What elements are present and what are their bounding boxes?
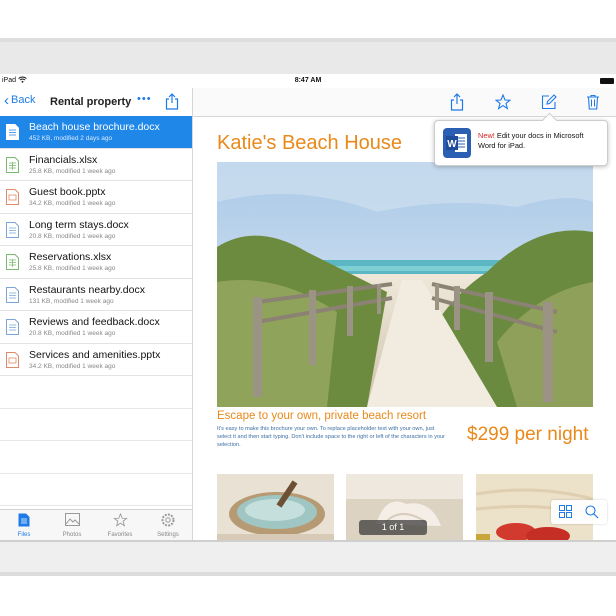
file-name: Reservations.xlsx: [29, 251, 112, 263]
file-row[interactable]: Guest book.pptx 34.2 KB, modified 1 week …: [0, 181, 192, 214]
search-icon[interactable]: [585, 505, 599, 524]
ipad-device: iPad 8:47 AM ‹ Back Rental property ••• …: [0, 0, 616, 616]
device-bezel-bottom: [0, 540, 616, 576]
file-name: Restaurants nearby.docx: [29, 283, 145, 296]
grid-icon[interactable]: [559, 505, 572, 523]
word-promo-popover[interactable]: W New! Edit your docs in Microsoft Word …: [434, 120, 608, 166]
file-row[interactable]: Reviews and feedback.docx 20.8 KB, modifi…: [0, 311, 192, 344]
tab-files[interactable]: Files: [0, 510, 48, 540]
share-icon[interactable]: [450, 93, 464, 116]
file-row[interactable]: Beach house brochure.docx 452 KB, modifie…: [0, 116, 192, 149]
document-toolbar: [193, 88, 616, 117]
star-icon: [96, 513, 144, 527]
file-meta: 25.8 KB, modified 1 week ago: [29, 265, 116, 272]
status-bar: iPad 8:47 AM: [0, 74, 616, 88]
tab-label: Photos: [62, 532, 82, 538]
file-list: Beach house brochure.docx 452 KB, modifie…: [0, 116, 192, 506]
file-name: Long term stays.docx: [29, 218, 129, 231]
word-app-icon: W: [443, 128, 471, 158]
trash-icon[interactable]: [586, 94, 600, 115]
svg-text:W: W: [447, 139, 457, 150]
file-name: Guest book.pptx: [29, 186, 106, 198]
star-icon[interactable]: [494, 93, 512, 115]
file-row[interactable]: Restaurants nearby.docx 131 KB, modified …: [0, 279, 192, 311]
file-row[interactable]: Long term stays.docx 20.8 KB, modified 1 …: [0, 214, 192, 246]
battery-icon: [600, 78, 614, 84]
file-sidebar: ‹ Back Rental property ••• Beach house b…: [0, 88, 193, 540]
new-badge: New!: [478, 131, 495, 140]
file-meta: 20.8 KB, modified 1 week ago: [29, 232, 116, 240]
tab-label: Files: [17, 532, 31, 538]
sidebar-header: ‹ Back Rental property •••: [0, 88, 192, 117]
share-icon[interactable]: [165, 93, 179, 115]
photos-icon: [48, 513, 96, 527]
file-meta: 34.2 KB, modified 1 week ago: [29, 362, 116, 370]
tab-settings[interactable]: Settings: [144, 510, 192, 540]
file-meta: 20.8 KB, modified 1 week ago: [29, 330, 116, 337]
popover-message: New! Edit your docs in Microsoft Word fo…: [478, 131, 602, 150]
file-meta: 34.2 KB, modified 1 week ago: [29, 200, 116, 207]
tab-label: Favorites: [107, 532, 133, 538]
empty-row: [0, 441, 192, 474]
empty-row: [0, 474, 192, 506]
empty-row: [0, 409, 192, 441]
more-options-button[interactable]: •••: [137, 93, 152, 105]
tab-favorites[interactable]: Favorites: [96, 510, 144, 540]
document-subheading: Escape to your own, private beach resort: [217, 410, 427, 422]
file-name: Services and amenities.pptx: [29, 348, 161, 361]
file-name: Beach house brochure.docx: [29, 121, 160, 133]
back-label: Back: [11, 94, 36, 106]
file-row[interactable]: Financials.xlsx 25.8 KB, modified 1 week …: [0, 149, 192, 181]
file-row[interactable]: Reservations.xlsx 25.8 KB, modified 1 wee…: [0, 246, 192, 279]
gear-icon: [144, 513, 192, 527]
files-icon: [0, 513, 48, 527]
file-row[interactable]: Services and amenities.pptx 34.2 KB, modi…: [0, 344, 192, 376]
folder-title: Rental property: [50, 96, 132, 108]
tab-photos[interactable]: Photos: [48, 510, 96, 540]
page-indicator: 1 of 1: [359, 520, 427, 535]
file-name: Financials.xlsx: [29, 153, 98, 166]
bath-salt-photo: [217, 474, 334, 540]
document-body-text: It's easy to make this brochure your own…: [217, 426, 446, 448]
file-name: Reviews and feedback.docx: [29, 316, 160, 328]
view-controls: [551, 500, 607, 524]
tab-label: Settings: [157, 532, 179, 538]
document-title: Katie's Beach House: [217, 132, 403, 154]
beach-path-photo: [217, 162, 593, 407]
chevron-left-icon: ‹: [4, 91, 9, 109]
status-time: 8:47 AM: [294, 77, 322, 84]
file-meta: 131 KB, modified 1 week ago: [29, 297, 114, 305]
empty-row: [0, 376, 192, 409]
device-bezel-top: [0, 38, 616, 76]
price-label: $299 per night: [467, 424, 589, 445]
document-page[interactable]: Katie's Beach House Escape to your own, …: [193, 116, 616, 540]
file-meta: 25.8 KB, modified 1 week ago: [29, 167, 116, 175]
back-button[interactable]: ‹ Back: [4, 91, 36, 109]
file-meta: 452 KB, modified 2 days ago: [29, 135, 113, 142]
tab-bar: Files Photos Favorites Settings: [0, 509, 192, 540]
